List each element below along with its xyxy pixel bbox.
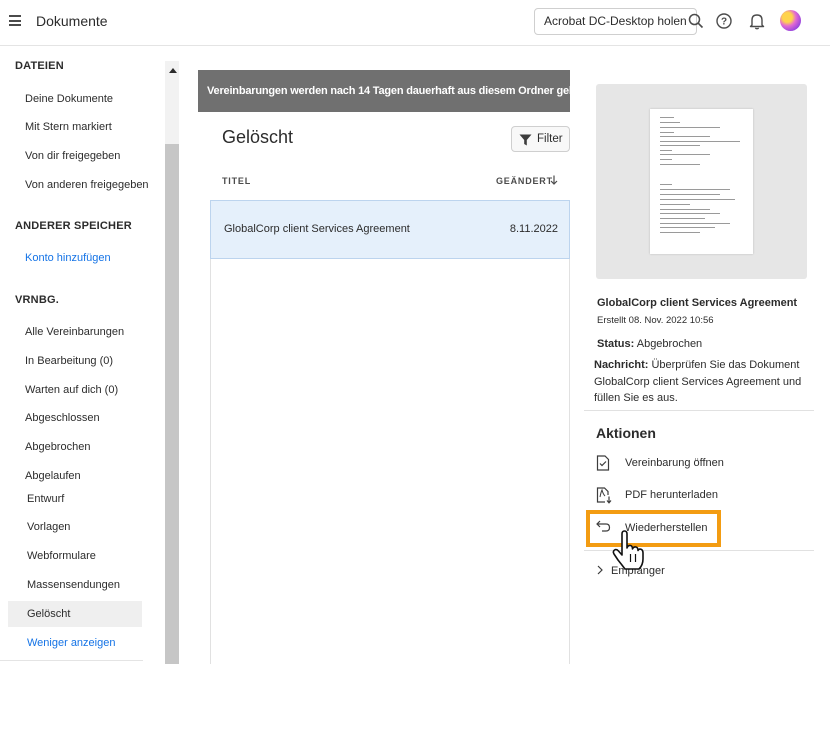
sidebar: DATEIEN Deine Dokumente Mit Stern markie…	[0, 47, 165, 664]
sort-down-icon[interactable]	[550, 175, 558, 185]
sidebar-item-draft[interactable]: Entwurf	[27, 493, 64, 505]
sidebar-item-completed[interactable]: Abgeschlossen	[25, 412, 100, 424]
bell-icon[interactable]	[748, 12, 766, 30]
status-label: Status:	[597, 338, 635, 350]
sidebar-divider	[0, 660, 143, 661]
details-title: GlobalCorp client Services Agreement	[597, 297, 798, 309]
message-label: Nachricht:	[594, 359, 649, 371]
get-desktop-button[interactable]: Acrobat DC-Desktop holen	[534, 8, 697, 35]
agreement-list	[210, 200, 570, 664]
open-doc-icon	[596, 455, 610, 471]
restore-highlight-box	[586, 510, 721, 547]
search-icon[interactable]	[687, 12, 705, 30]
actions-heading: Aktionen	[596, 425, 656, 441]
sidebar-item-templates[interactable]: Vorlagen	[27, 521, 70, 533]
svg-text:?: ?	[721, 17, 727, 28]
pdf-download-icon	[596, 487, 612, 504]
open-agreement-action[interactable]: Vereinbarung öffnen	[596, 454, 796, 474]
sidebar-item-shared-by-you[interactable]: Von dir freigegeben	[25, 150, 120, 162]
document-thumbnail[interactable]	[650, 109, 753, 254]
row-title: GlobalCorp client Services Agreement	[224, 223, 410, 235]
list-title: Gelöscht	[222, 127, 294, 147]
open-agreement-label: Vereinbarung öffnen	[625, 457, 724, 469]
details-created: Erstellt 08. Nov. 2022 10:56	[597, 315, 714, 326]
filter-button[interactable]: Filter	[511, 126, 570, 152]
sidebar-item-starred[interactable]: Mit Stern markiert	[25, 121, 112, 133]
divider	[584, 410, 814, 411]
table-row[interactable]: GlobalCorp client Services Agreement 8.1…	[210, 200, 570, 259]
retention-banner: Vereinbarungen werden nach 14 Tagen daue…	[198, 70, 570, 112]
sidebar-scrollbar-thumb[interactable]	[165, 144, 179, 664]
sidebar-item-in-progress[interactable]: In Bearbeitung (0)	[25, 355, 113, 367]
app-title: Dokumente	[36, 13, 108, 29]
avatar[interactable]	[780, 10, 801, 31]
chevron-right-icon	[597, 565, 603, 575]
sidebar-item-expired[interactable]: Abgelaufen	[25, 470, 81, 482]
top-bar: Dokumente Acrobat DC-Desktop holen ?	[0, 0, 830, 46]
sidebar-item-waiting-for-you[interactable]: Warten auf dich (0)	[25, 384, 118, 396]
download-pdf-action[interactable]: PDF herunterladen	[596, 486, 796, 506]
scroll-up-arrow-icon[interactable]	[169, 68, 177, 73]
sidebar-item-your-documents[interactable]: Deine Dokumente	[25, 93, 113, 105]
show-less-link[interactable]: Weniger anzeigen	[27, 637, 115, 649]
menu-icon[interactable]	[9, 15, 21, 26]
sidebar-item-shared-by-others[interactable]: Von anderen freigegeben	[25, 179, 149, 191]
column-header-title[interactable]: TITEL	[222, 176, 251, 186]
sidebar-section-files: DATEIEN	[15, 60, 64, 72]
details-message: Nachricht: Überprüfen Sie das Dokument G…	[594, 357, 808, 407]
sidebar-item-all-agreements[interactable]: Alle Vereinbarungen	[25, 326, 124, 338]
download-pdf-label: PDF herunterladen	[625, 489, 718, 501]
sidebar-item-deleted[interactable]: Gelöscht	[27, 608, 70, 620]
hand-cursor-icon	[612, 530, 644, 570]
sidebar-item-cancelled[interactable]: Abgebrochen	[25, 441, 90, 453]
sidebar-item-add-account[interactable]: Konto hinzufügen	[25, 252, 111, 264]
row-date: 8.11.2022	[509, 223, 558, 235]
sidebar-item-bulk-sends[interactable]: Massensendungen	[27, 579, 120, 591]
sidebar-section-agreements: VRNBG.	[15, 294, 59, 306]
filter-label: Filter	[537, 133, 563, 145]
sidebar-item-web-forms[interactable]: Webformulare	[27, 550, 96, 562]
details-status: Status: Abgebrochen	[597, 338, 702, 350]
help-icon[interactable]: ?	[715, 12, 733, 30]
filter-icon	[519, 134, 532, 146]
column-header-changed[interactable]: GEÄNDERT	[496, 176, 553, 186]
sidebar-section-other-storage: ANDERER SPEICHER	[15, 220, 132, 232]
status-value: Abgebrochen	[636, 338, 703, 350]
